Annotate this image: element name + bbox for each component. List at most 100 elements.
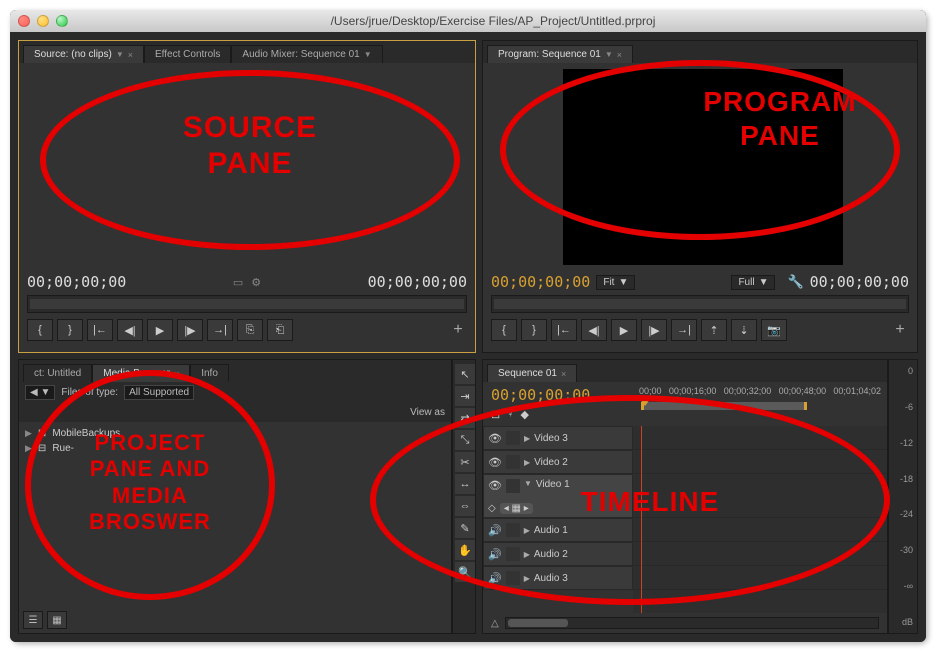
program-timecode-in[interactable]: 00;00;00;00 xyxy=(491,273,590,291)
files-of-type-dropdown[interactable]: All Supported xyxy=(124,385,194,400)
nav-back-dropdown[interactable]: ◀ ▼ xyxy=(25,385,55,400)
program-timecode-out[interactable]: 00;00;00;00 xyxy=(810,273,909,291)
source-scrub-bar[interactable] xyxy=(27,295,467,313)
scrollbar-thumb[interactable] xyxy=(508,619,568,627)
eye-icon[interactable]: 👁 xyxy=(488,479,502,492)
source-timecode-in[interactable]: 00;00;00;00 xyxy=(27,273,126,291)
keyframe-icon[interactable]: ◇ xyxy=(488,503,496,514)
zoom-window-button[interactable] xyxy=(56,15,68,27)
tab-project[interactable]: ct: Untitled xyxy=(23,364,92,382)
tab-media-browser[interactable]: Media Browser× xyxy=(92,364,190,382)
step-forward-button[interactable]: |▶ xyxy=(177,319,203,341)
zoom-tool[interactable]: 🔍 xyxy=(455,562,475,582)
timeline-zoom-scrollbar[interactable] xyxy=(505,617,879,629)
track-display-mode[interactable]: ◂ ▦ ▸ xyxy=(500,503,533,514)
hand-tool[interactable]: ✋ xyxy=(455,540,475,560)
close-icon[interactable]: × xyxy=(561,369,566,379)
source-settings-icon[interactable]: ⚙ xyxy=(251,276,261,289)
source-frame-icon[interactable]: ▭ xyxy=(233,276,243,289)
timeline-timecode[interactable]: 00;00;00;00 xyxy=(491,386,625,404)
add-button[interactable]: + xyxy=(891,321,909,339)
mark-out-button[interactable]: } xyxy=(57,319,83,341)
chevron-right-icon[interactable]: ▶ xyxy=(524,434,530,443)
slide-tool[interactable]: ⇔ xyxy=(455,496,475,516)
track-head-video3[interactable]: 👁 ▶ Video 3 xyxy=(483,426,633,450)
eye-icon[interactable]: 👁 xyxy=(488,456,502,469)
track-select-tool[interactable]: ⇥ xyxy=(455,386,475,406)
dropdown-icon[interactable]: ▼ xyxy=(605,50,613,59)
mark-in-button[interactable]: { xyxy=(27,319,53,341)
play-button[interactable]: ▶ xyxy=(611,319,637,341)
goto-out-button[interactable]: →| xyxy=(207,319,233,341)
overwrite-button[interactable]: ⎗ xyxy=(267,319,293,341)
close-icon[interactable]: × xyxy=(174,369,179,379)
mark-out-button[interactable]: } xyxy=(521,319,547,341)
step-back-button[interactable]: ◀| xyxy=(581,319,607,341)
chevron-right-icon[interactable]: ▶ xyxy=(524,526,530,535)
close-icon[interactable]: × xyxy=(617,50,622,60)
lock-icon[interactable] xyxy=(506,523,520,537)
razor-tool[interactable]: ✂ xyxy=(455,452,475,472)
add-button[interactable]: + xyxy=(449,321,467,339)
source-timecode-out[interactable]: 00;00;00;00 xyxy=(368,273,467,291)
close-window-button[interactable] xyxy=(18,15,30,27)
program-scrub-bar[interactable] xyxy=(491,295,909,313)
selection-tool[interactable]: ↖ xyxy=(455,364,475,384)
play-button[interactable]: ▶ xyxy=(147,319,173,341)
step-back-button[interactable]: ◀| xyxy=(117,319,143,341)
mark-in-button[interactable]: { xyxy=(491,319,517,341)
lock-icon[interactable] xyxy=(506,571,520,585)
lock-icon[interactable] xyxy=(506,455,520,469)
fit-dropdown[interactable]: Fit▼ xyxy=(596,275,635,290)
speaker-icon[interactable]: 🔊 xyxy=(488,548,502,561)
work-area-bar[interactable] xyxy=(641,402,807,410)
chevron-down-icon[interactable]: ▼ xyxy=(524,479,532,488)
lane-video2[interactable] xyxy=(633,450,887,474)
speaker-icon[interactable]: 🔊 xyxy=(488,524,502,537)
track-head-audio2[interactable]: 🔊 ▶ Audio 2 xyxy=(483,542,633,566)
timeline-ruler[interactable]: 00;00 00;00;16;00 00;00;32;00 00;00;48;0… xyxy=(633,382,887,426)
close-icon[interactable]: × xyxy=(128,50,133,60)
chevron-right-icon[interactable]: ▶ xyxy=(524,458,530,467)
tab-effect-controls[interactable]: Effect Controls xyxy=(144,45,231,63)
tab-source[interactable]: Source: (no clips) ▼ × xyxy=(23,45,144,63)
tab-info[interactable]: Info xyxy=(190,364,229,382)
track-lanes[interactable] xyxy=(633,426,887,613)
lock-icon[interactable] xyxy=(506,479,520,493)
speaker-icon[interactable]: 🔊 xyxy=(488,572,502,585)
lift-button[interactable]: ⇡ xyxy=(701,319,727,341)
wrench-icon[interactable]: 🔧 xyxy=(787,274,803,290)
minimize-window-button[interactable] xyxy=(37,15,49,27)
lane-video3[interactable] xyxy=(633,426,887,450)
step-forward-button[interactable]: |▶ xyxy=(641,319,667,341)
full-dropdown[interactable]: Full▼ xyxy=(731,275,775,290)
goto-in-button[interactable]: |← xyxy=(87,319,113,341)
marker-icon[interactable]: ♀ xyxy=(506,408,514,421)
track-head-audio1[interactable]: 🔊 ▶ Audio 1 xyxy=(483,518,633,542)
track-head-audio3[interactable]: 🔊 ▶ Audio 3 xyxy=(483,566,633,590)
lane-audio2[interactable] xyxy=(633,542,887,566)
chevron-right-icon[interactable]: ▶ xyxy=(524,574,530,583)
tab-sequence[interactable]: Sequence 01 × xyxy=(487,364,577,382)
sync-lock-icon[interactable]: ◆ xyxy=(520,408,528,421)
extract-button[interactable]: ⇣ xyxy=(731,319,757,341)
chevron-right-icon[interactable]: ▶ xyxy=(524,550,530,559)
pen-tool[interactable]: ✎ xyxy=(455,518,475,538)
tab-program[interactable]: Program: Sequence 01 ▼ × xyxy=(487,45,633,63)
goto-in-button[interactable]: |← xyxy=(551,319,577,341)
lock-icon[interactable] xyxy=(506,547,520,561)
rate-stretch-tool[interactable]: ⤡ xyxy=(455,430,475,450)
tab-audio-mixer[interactable]: Audio Mixer: Sequence 01▼ xyxy=(231,45,382,63)
dropdown-icon[interactable]: ▼ xyxy=(116,50,124,59)
list-view-button[interactable]: ☰ xyxy=(23,611,43,629)
export-frame-button[interactable]: 📷 xyxy=(761,319,787,341)
snap-toggle[interactable]: ⊡ xyxy=(491,408,500,421)
track-head-video2[interactable]: 👁 ▶ Video 2 xyxy=(483,450,633,474)
zoom-out-button[interactable]: △ xyxy=(491,618,499,629)
eye-icon[interactable]: 👁 xyxy=(488,432,502,445)
goto-out-button[interactable]: →| xyxy=(671,319,697,341)
lock-icon[interactable] xyxy=(506,431,520,445)
insert-button[interactable]: ⎘ xyxy=(237,319,263,341)
ripple-edit-tool[interactable]: ⇄ xyxy=(455,408,475,428)
lane-audio3[interactable] xyxy=(633,566,887,590)
